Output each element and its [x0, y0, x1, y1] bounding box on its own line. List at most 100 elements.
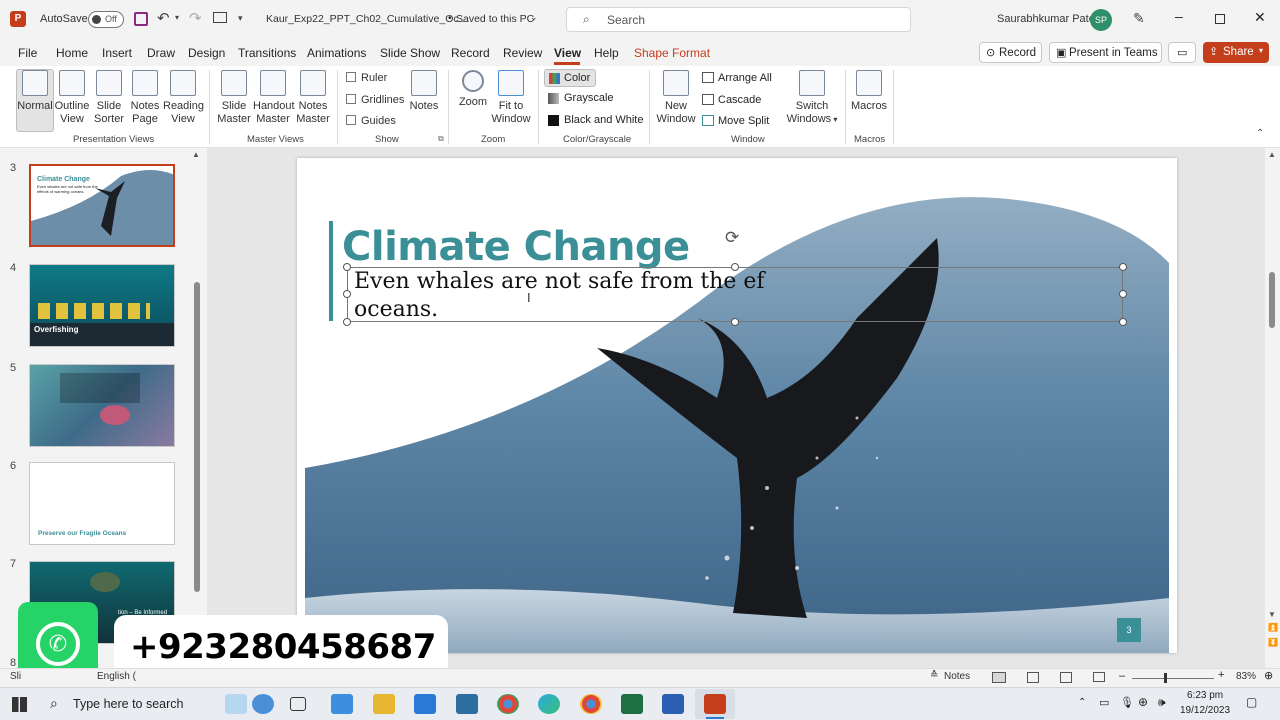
- notes-page-button[interactable]: Notes Page: [127, 70, 163, 126]
- zoom-button[interactable]: Zoom: [455, 70, 491, 109]
- notes-button[interactable]: Notes: [408, 70, 440, 113]
- autosave-toggle[interactable]: Off: [88, 11, 124, 28]
- resize-handle-s[interactable]: [731, 318, 739, 326]
- notes-master-button[interactable]: Notes Master: [295, 70, 331, 126]
- pencil-app-icon[interactable]: [225, 694, 247, 714]
- reading-view-button[interactable]: Reading View: [163, 70, 204, 126]
- present-in-teams-button[interactable]: ▣ Present in Teams: [1049, 42, 1162, 63]
- chrome-icon-2[interactable]: [580, 694, 602, 714]
- present-from-start-icon[interactable]: [213, 12, 227, 23]
- minimize-icon[interactable]: –: [1175, 8, 1183, 24]
- handout-master-button[interactable]: Handout Master: [253, 70, 295, 126]
- zoom-slider[interactable]: [1132, 678, 1214, 679]
- tab-insert[interactable]: Insert: [102, 46, 132, 60]
- prev-slide-icon[interactable]: ⏫: [1268, 623, 1278, 632]
- share-button[interactable]: ⇪ Share ▾: [1203, 42, 1269, 63]
- macros-button[interactable]: Macros: [851, 70, 887, 113]
- scroll-up-icon[interactable]: ▲: [1268, 150, 1276, 159]
- zoom-slider-thumb[interactable]: [1164, 673, 1167, 683]
- slide-counter[interactable]: Sli: [10, 671, 21, 682]
- resize-handle-e[interactable]: [1119, 290, 1127, 298]
- slide-sorter-button[interactable]: Slide Sorter: [91, 70, 127, 126]
- notes-button[interactable]: Notes: [944, 671, 970, 682]
- fit-slide-icon[interactable]: ⊕: [1264, 669, 1273, 682]
- slide-master-button[interactable]: Slide Master: [215, 70, 253, 126]
- switch-windows-button[interactable]: Switch Windows ▾: [785, 70, 839, 126]
- resize-handle-w[interactable]: [343, 290, 351, 298]
- slide-thumbnail-4[interactable]: Overfishing: [29, 264, 175, 347]
- user-name[interactable]: Saurabhkumar Patel: [997, 13, 1097, 25]
- pen-icon[interactable]: ✎: [1133, 10, 1145, 27]
- resize-handle-se[interactable]: [1119, 318, 1127, 326]
- customize-toolbar-icon[interactable]: ▾: [238, 13, 243, 24]
- save-status[interactable]: Saved to this PC: [456, 13, 534, 25]
- dev-app-icon[interactable]: [456, 694, 478, 714]
- outline-view-button[interactable]: Outline View: [54, 70, 90, 126]
- thumbnail-scrollbar[interactable]: [194, 282, 200, 592]
- undo-icon[interactable]: ↶: [157, 9, 170, 27]
- notification-icon[interactable]: ▢: [1246, 695, 1257, 709]
- battery-icon[interactable]: ▭: [1099, 696, 1109, 709]
- normal-view-button[interactable]: Normal: [15, 70, 55, 113]
- tab-slide-show[interactable]: Slide Show: [380, 46, 440, 60]
- edge-icon[interactable]: [538, 694, 560, 714]
- search-box[interactable]: ⌕ Search: [566, 7, 911, 32]
- tab-record[interactable]: Record: [451, 46, 490, 60]
- subtitle-textbox[interactable]: Even whales are not safe from the ef oce…: [343, 263, 1127, 326]
- search-icon[interactable]: ⌕: [50, 695, 58, 712]
- tab-review[interactable]: Review: [503, 46, 542, 60]
- tab-help[interactable]: Help: [594, 46, 619, 60]
- chrome-icon[interactable]: [497, 694, 519, 714]
- tab-transitions[interactable]: Transitions: [238, 46, 296, 60]
- slide-thumbnail-3[interactable]: Climate Change Even whales are not safe …: [29, 164, 175, 247]
- restore-icon[interactable]: [1215, 14, 1225, 24]
- file-explorer-icon[interactable]: [373, 694, 395, 714]
- language-indicator[interactable]: English (: [97, 671, 136, 682]
- guides-checkbox[interactable]: Guides: [346, 115, 396, 127]
- tab-animations[interactable]: Animations: [307, 46, 366, 60]
- save-icon[interactable]: [134, 12, 148, 26]
- file-name[interactable]: Kaur_Exp22_PPT_Ch02_Cumulative_Oc...: [266, 13, 467, 25]
- clock-time[interactable]: 6:23 pm: [1187, 690, 1223, 701]
- microphone-icon[interactable]: 🎙: [1120, 696, 1134, 709]
- undo-dropdown-icon[interactable]: ▾: [175, 13, 179, 22]
- slide-scrollbar[interactable]: [1269, 272, 1275, 328]
- color-button[interactable]: Color: [544, 69, 596, 87]
- slide-sorter-icon[interactable]: [1027, 672, 1039, 683]
- redo-icon[interactable]: ↷: [189, 9, 202, 27]
- comments-button[interactable]: ▭: [1168, 42, 1196, 63]
- copilot-icon[interactable]: [252, 694, 274, 714]
- tab-design[interactable]: Design: [188, 46, 225, 60]
- word-icon[interactable]: [662, 694, 684, 714]
- resize-handle-n[interactable]: [731, 263, 739, 271]
- scroll-up-icon[interactable]: ▲: [192, 150, 200, 159]
- rotate-handle-icon[interactable]: ⟳: [725, 228, 739, 248]
- resize-handle-sw[interactable]: [343, 318, 351, 326]
- mail-icon[interactable]: [414, 694, 436, 714]
- chevron-down-icon[interactable]: ⌄: [530, 12, 538, 23]
- tab-view[interactable]: View: [554, 46, 581, 60]
- ruler-checkbox[interactable]: Ruler: [346, 72, 387, 84]
- store-icon[interactable]: [331, 694, 353, 714]
- close-icon[interactable]: ✕: [1254, 9, 1266, 26]
- zoom-in-icon[interactable]: +: [1218, 669, 1224, 681]
- task-view-icon[interactable]: [290, 697, 306, 711]
- volume-icon[interactable]: 🕪: [1158, 695, 1166, 710]
- taskbar-search-placeholder[interactable]: Type here to search: [73, 697, 183, 711]
- tab-home[interactable]: Home: [56, 46, 88, 60]
- excel-icon[interactable]: [621, 694, 643, 714]
- avatar[interactable]: SP: [1090, 9, 1112, 31]
- powerpoint-icon[interactable]: [704, 694, 726, 714]
- tab-draw[interactable]: Draw: [147, 46, 175, 60]
- reading-view-icon[interactable]: [1060, 672, 1072, 683]
- normal-view-icon[interactable]: [992, 672, 1006, 683]
- tab-file[interactable]: File: [18, 46, 37, 60]
- new-window-button[interactable]: New Window: [655, 70, 697, 126]
- collapse-ribbon-icon[interactable]: ⌃: [1256, 128, 1264, 139]
- record-button[interactable]: ⊙ Record: [979, 42, 1042, 63]
- slide-title[interactable]: Climate Change: [342, 224, 690, 270]
- fit-to-window-button[interactable]: Fit to Window: [490, 70, 532, 126]
- notes-icon[interactable]: ≙: [930, 670, 938, 681]
- gridlines-checkbox[interactable]: Gridlines: [346, 94, 404, 106]
- windows-start-icon[interactable]: [12, 697, 27, 712]
